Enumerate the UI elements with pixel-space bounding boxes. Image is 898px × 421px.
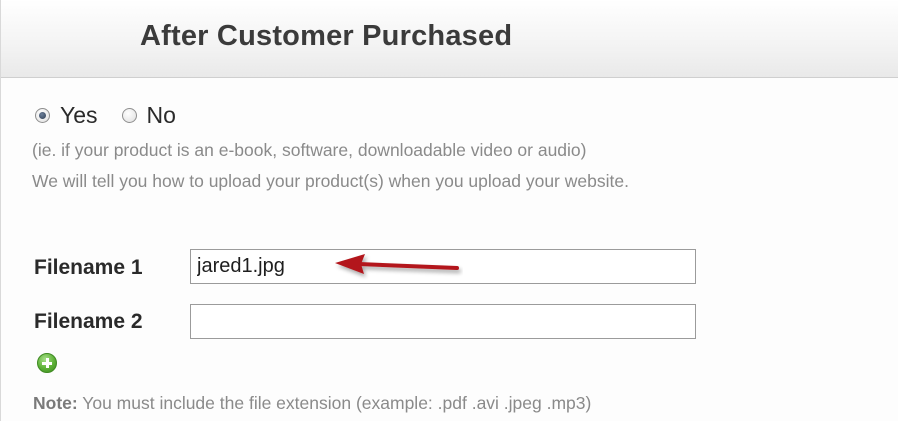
panel-header: After Customer Purchased	[1, 0, 898, 78]
add-filename-button[interactable]	[37, 353, 57, 373]
downloadable-product-choice: Yes No	[35, 102, 176, 128]
upload-instructions-hint: We will tell you how to upload your prod…	[32, 171, 629, 191]
filename-2-label: Filename 2	[34, 310, 143, 333]
note-prefix: Note:	[33, 393, 78, 413]
yes-radio[interactable]	[35, 107, 50, 123]
panel-title: After Customer Purchased	[140, 20, 513, 52]
no-radio-label[interactable]: No	[147, 102, 176, 129]
file-extension-note: Note: You must include the file extensio…	[33, 393, 591, 414]
product-type-hint: (ie. if your product is an e-book, softw…	[32, 140, 587, 160]
note-text: You must include the file extension (exa…	[77, 393, 592, 413]
filename-1-label: Filename 1	[34, 256, 143, 279]
after-purchase-panel: After Customer Purchased Yes No (ie. if …	[0, 0, 898, 421]
no-radio[interactable]	[121, 107, 137, 123]
yes-radio-label[interactable]: Yes	[60, 102, 98, 129]
red-arrow-icon	[335, 254, 459, 274]
filename-2-input[interactable]	[190, 304, 696, 339]
